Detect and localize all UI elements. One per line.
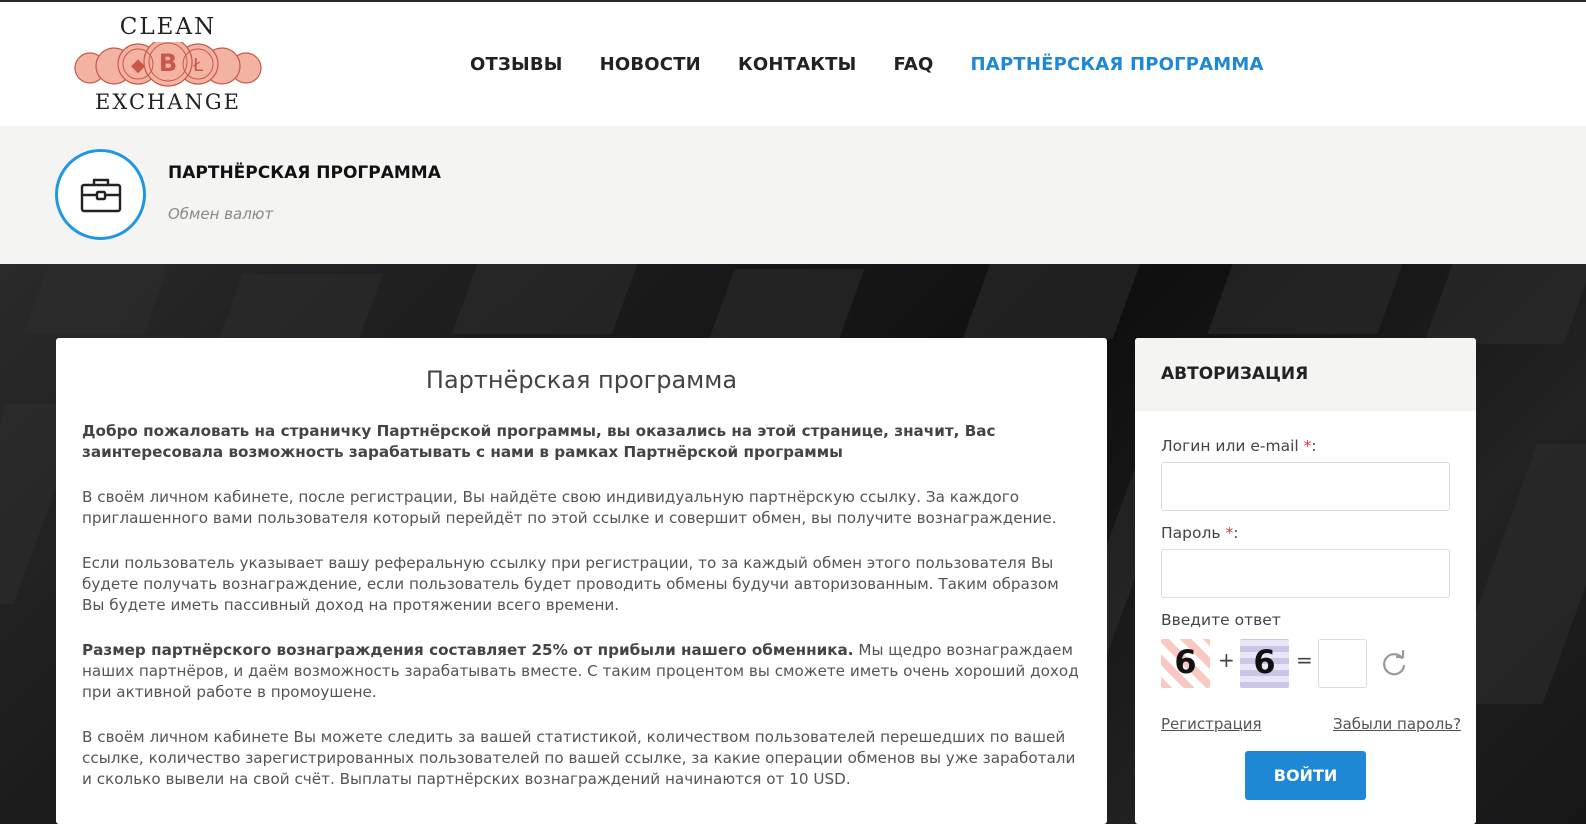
- content-card: Партнёрская программа Добро пожаловать н…: [56, 338, 1107, 824]
- svg-text:Ł: Ł: [192, 55, 204, 76]
- page-header-icon-circle: [55, 149, 146, 240]
- login-label: Логин или e-mail *:: [1161, 437, 1317, 455]
- content-paragraph-3: Размер партнёрского вознаграждения соста…: [82, 640, 1082, 703]
- main-nav: ОТЗЫВЫ НОВОСТИ КОНТАКТЫ FAQ ПАРТНЁРСКАЯ …: [470, 54, 1301, 75]
- content-paragraph-4: В своём личном кабинете Вы можете следит…: [82, 728, 1076, 788]
- captcha-number-b: 6: [1240, 639, 1289, 688]
- nav-item-partner-program[interactable]: ПАРТНЁРСКАЯ ПРОГРАММА: [971, 54, 1264, 75]
- logo-top-text: CLEAN: [119, 14, 217, 40]
- content-paragraph-2: Если пользователь указывает вашу реферал…: [82, 554, 1059, 614]
- site-header: CLEAN B ◆ Ł EXCHANGE ОТЗЫВЫ НОВОСТИ КОНТ…: [0, 0, 1586, 126]
- login-button[interactable]: ВОЙТИ: [1245, 751, 1366, 800]
- password-label-text: Пароль: [1161, 524, 1226, 542]
- captcha-label: Введите ответ: [1161, 611, 1281, 629]
- coins-logo-icon: B ◆ Ł: [74, 42, 262, 87]
- register-link[interactable]: Регистрация: [1161, 715, 1262, 733]
- site-logo[interactable]: CLEAN B ◆ Ł EXCHANGE: [72, 12, 264, 116]
- briefcase-icon: [80, 178, 121, 212]
- password-label: Пароль *:: [1161, 524, 1239, 542]
- content-paragraph-1: В своём личном кабинете, после регистрац…: [82, 488, 1057, 527]
- login-required-mark: *: [1303, 437, 1312, 455]
- logo-bottom-text: EXCHANGE: [95, 90, 241, 114]
- content-lead: Добро пожаловать на страничку Партнёрско…: [82, 422, 996, 461]
- refresh-icon[interactable]: [1380, 650, 1408, 678]
- captcha-equals: =: [1296, 648, 1313, 672]
- content-paragraph-3-bold: Размер партнёрского вознаграждения соста…: [82, 641, 854, 659]
- captcha-plus: +: [1218, 648, 1235, 672]
- content-body: Добро пожаловать на страничку Партнёрско…: [82, 421, 1082, 814]
- nav-item-faq[interactable]: FAQ: [893, 54, 933, 75]
- nav-item-news[interactable]: НОВОСТИ: [600, 54, 701, 75]
- page-subtitle: Обмен валют: [168, 205, 274, 223]
- content-title: Партнёрская программа: [425, 366, 738, 394]
- auth-title: АВТОРИЗАЦИЯ: [1135, 338, 1476, 411]
- page-title: ПАРТНЁРСКАЯ ПРОГРАММА: [168, 163, 441, 183]
- svg-text:B: B: [159, 49, 177, 77]
- login-label-text: Логин или e-mail: [1161, 437, 1304, 455]
- login-input[interactable]: [1161, 462, 1450, 511]
- page-header-band: ПАРТНЁРСКАЯ ПРОГРАММА Обмен валют: [0, 126, 1586, 264]
- captcha-number-a: 6: [1161, 639, 1210, 688]
- password-input[interactable]: [1161, 549, 1450, 598]
- nav-item-reviews[interactable]: ОТЗЫВЫ: [470, 54, 563, 75]
- forgot-password-link[interactable]: Забыли пароль?: [1333, 715, 1461, 733]
- captcha-answer-input[interactable]: [1318, 639, 1367, 688]
- auth-widget: АВТОРИЗАЦИЯ Логин или e-mail *: Пароль *…: [1135, 338, 1476, 824]
- password-required-mark: *: [1225, 524, 1234, 542]
- nav-item-contacts[interactable]: КОНТАКТЫ: [738, 54, 857, 75]
- svg-text:◆: ◆: [131, 55, 145, 76]
